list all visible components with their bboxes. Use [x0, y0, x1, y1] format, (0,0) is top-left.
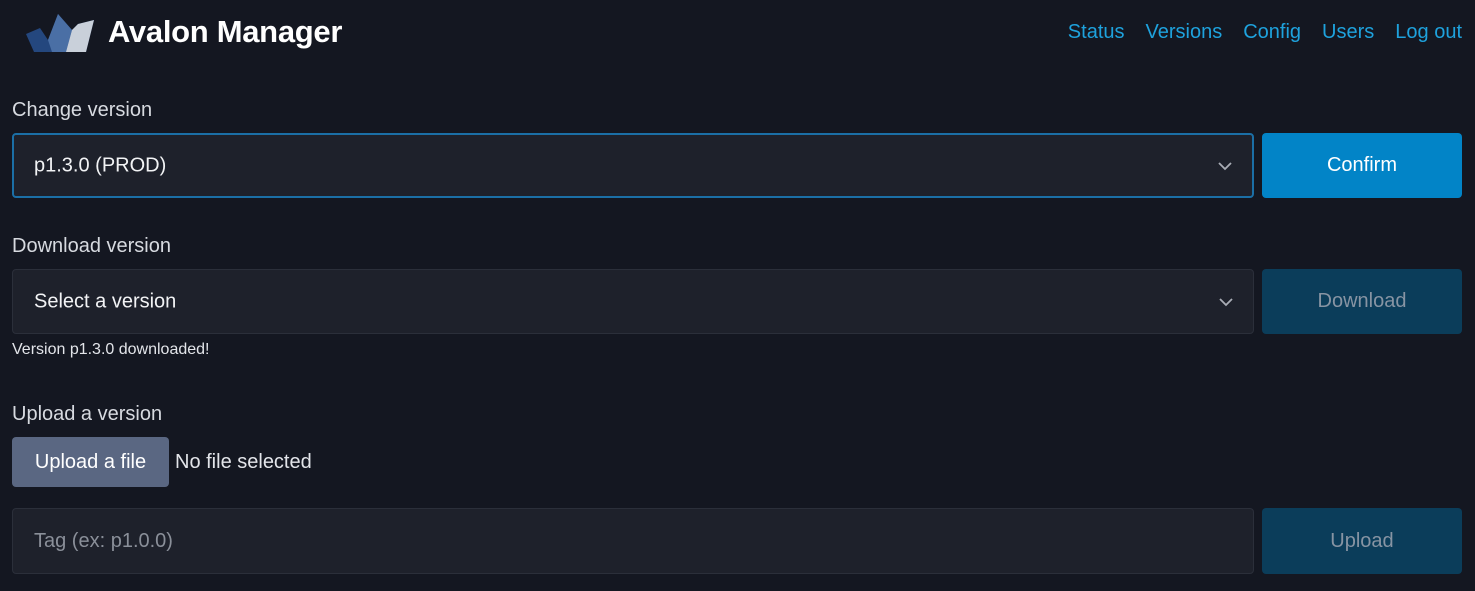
download-status-message: Version p1.3.0 downloaded!	[12, 341, 210, 358]
confirm-button[interactable]: Confirm	[1262, 133, 1462, 198]
change-version-select[interactable]: p1.3.0 (PROD)	[12, 133, 1254, 198]
upload-button[interactable]: Upload	[1262, 508, 1462, 574]
nav-link-versions[interactable]: Versions	[1146, 18, 1223, 46]
download-version-select[interactable]: Select a version	[12, 269, 1254, 334]
download-version-label: Download version	[12, 235, 171, 257]
top-nav: Status Versions Config Users Log out	[1068, 18, 1462, 46]
upload-version-label: Upload a version	[12, 403, 163, 425]
nav-link-logout[interactable]: Log out	[1395, 18, 1462, 46]
download-version-selected-value: Select a version	[34, 290, 177, 312]
download-button[interactable]: Download	[1262, 269, 1462, 334]
change-version-label: Change version	[12, 99, 153, 121]
file-selection-status: No file selected	[175, 451, 312, 473]
tag-input[interactable]	[12, 508, 1254, 574]
crown-logo-icon	[26, 14, 94, 52]
chevron-down-icon	[1219, 297, 1233, 306]
nav-link-status[interactable]: Status	[1068, 18, 1125, 46]
nav-link-config[interactable]: Config	[1243, 18, 1301, 46]
app-header: Avalon Manager Status Versions Config Us…	[0, 0, 1475, 66]
upload-file-button[interactable]: Upload a file	[12, 437, 169, 487]
change-version-selected-value: p1.3.0 (PROD)	[34, 154, 167, 176]
app-title: Avalon Manager	[108, 14, 343, 49]
chevron-down-icon	[1218, 161, 1232, 170]
nav-link-users[interactable]: Users	[1322, 18, 1374, 46]
